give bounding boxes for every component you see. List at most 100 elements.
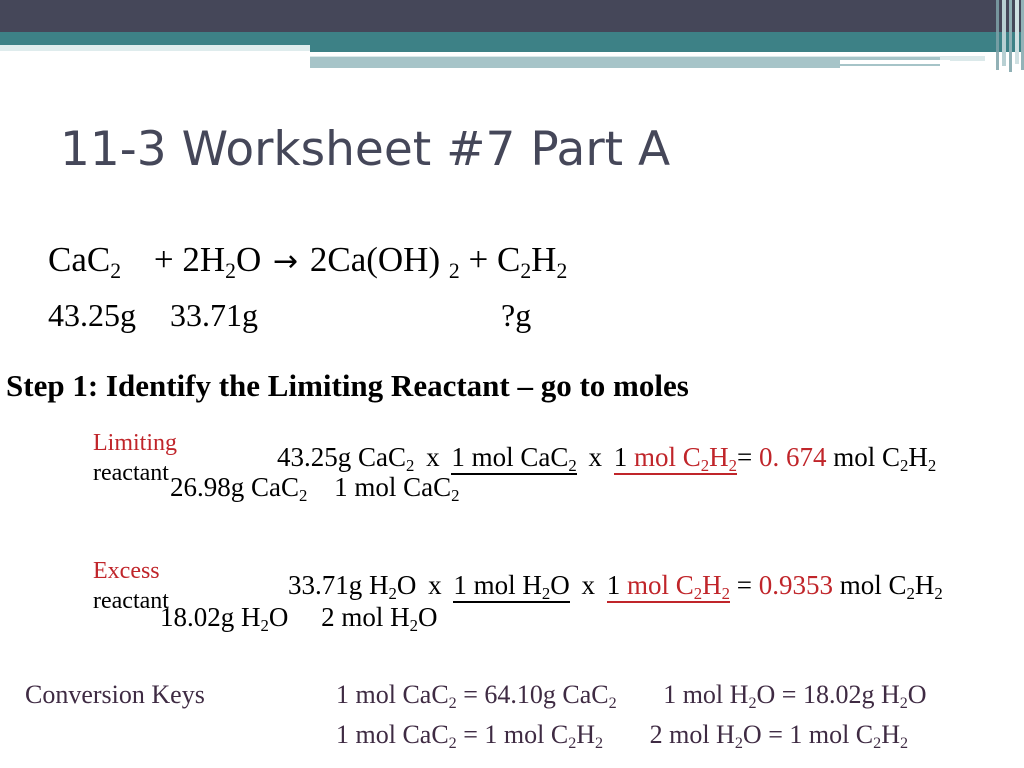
excess-f2-num-sub-b: 2 bbox=[721, 584, 731, 604]
excess-f2-num-one: 1 bbox=[606, 570, 621, 600]
limiting-fraction-2-denominator: 1 mol CaC2 bbox=[334, 472, 460, 506]
ck2-left-a: 1 mol CaC bbox=[336, 720, 449, 749]
limiting-f1-den-subscript: 2 bbox=[299, 486, 308, 506]
equation-reactant-1: CaC bbox=[48, 240, 111, 279]
excess-fraction-2-numerator: 1 mol C2H2 bbox=[606, 570, 731, 604]
equation-product-2-a: C bbox=[496, 240, 521, 279]
decorative-header-band bbox=[0, 0, 1024, 80]
ck1-right-b-post: O bbox=[907, 680, 927, 709]
limiting-f2-den-text: 1 mol CaC bbox=[334, 472, 452, 502]
excess-multiply-1: x bbox=[428, 570, 442, 600]
ck2-right-equals: = bbox=[768, 720, 783, 749]
limiting-equals: = bbox=[737, 442, 753, 472]
limiting-result-unit-text: mol C bbox=[833, 442, 901, 472]
limiting-reactant-label: Limiting reactant bbox=[93, 428, 177, 488]
conversion-key-row-2: 1 mol CaC2 = 1 mol C2H2 2 mol H2O = 1 mo… bbox=[336, 720, 909, 752]
ck2-left-equals: = bbox=[463, 720, 478, 749]
ck2-right-b: 1 mol C bbox=[789, 720, 874, 749]
excess-f1-den-text: 18.02g H bbox=[160, 602, 261, 632]
excess-calculation: 33.71g H2O x 1 mol H2O x 1 mol C2H2 = 0.… bbox=[288, 570, 943, 604]
ck2-left-b-mid: H bbox=[576, 720, 596, 749]
limiting-f2-num-mid: H bbox=[709, 442, 729, 472]
header-stripe-1 bbox=[996, 0, 999, 70]
limiting-fraction-2-numerator: 1 mol C2H2 bbox=[613, 442, 738, 476]
excess-result-unit: mol C2H2 bbox=[839, 570, 943, 603]
excess-denominators: 18.02g H2O 2 mol H2O bbox=[160, 602, 438, 636]
mass-reactant-2: 33.71g bbox=[170, 297, 258, 333]
excess-given-post: O bbox=[396, 570, 417, 600]
limiting-multiply-2: x bbox=[588, 442, 603, 472]
limiting-fraction-1-denominator: 26.98g CaC2 bbox=[170, 472, 308, 506]
excess-label-red: Excess bbox=[93, 558, 160, 584]
ck2-left-b: 1 mol C bbox=[484, 720, 569, 749]
ck1-left-a: 1 mol CaC bbox=[336, 680, 449, 709]
limiting-denominators: 26.98g CaC2 1 mol CaC2 bbox=[170, 472, 460, 506]
excess-multiply-2: x bbox=[581, 570, 596, 600]
limiting-f2-den-subscript: 2 bbox=[451, 486, 460, 506]
ck2-left-b-sub: 2 bbox=[568, 734, 577, 752]
excess-f1-num-text: 1 mol H bbox=[453, 570, 542, 600]
ck1-right-a-sub: 2 bbox=[748, 694, 757, 712]
limiting-f1-num-text: 1 mol CaC bbox=[451, 442, 569, 472]
equation-product-1-coefficient: 2 bbox=[309, 240, 328, 279]
ck1-left-equals: = bbox=[463, 680, 478, 709]
equation-product-1-subscript: 2 bbox=[448, 258, 460, 283]
ck1-right-b-sub: 2 bbox=[899, 694, 908, 712]
equation-product-2-subscript-a: 2 bbox=[520, 258, 532, 283]
ck1-right-equals: = bbox=[781, 680, 797, 709]
mass-product-unknown: ?g bbox=[501, 297, 532, 333]
header-bar-pale-left bbox=[0, 45, 310, 51]
conversion-key-2-left: 1 mol CaC2 = 1 mol C2H2 bbox=[336, 720, 604, 752]
excess-fraction-1-numerator: 1 mol H2O bbox=[453, 570, 570, 604]
equation-reactant-1-subscript: 2 bbox=[110, 258, 122, 283]
conversion-key-row-1: 1 mol CaC2 = 64.10g CaC2 1 mol H2O = 18.… bbox=[336, 680, 927, 712]
excess-fraction-1-denominator: 18.02g H2O bbox=[160, 602, 289, 635]
mass-values-line: 43.25g 33.71g ?g bbox=[48, 297, 531, 334]
excess-f2-num-text: mol C bbox=[627, 570, 694, 600]
ck1-right-b: 18.02g H bbox=[802, 680, 900, 709]
ck2-right-b-sub-2: 2 bbox=[900, 734, 909, 752]
excess-f2-den-text: 2 mol H bbox=[321, 602, 410, 632]
excess-f1-num-subscript: 2 bbox=[541, 584, 551, 604]
excess-f1-den-post: O bbox=[268, 602, 289, 632]
equation-plus-2: + bbox=[468, 240, 489, 279]
limiting-f2-num-text: mol C bbox=[634, 442, 701, 472]
chemical-equation: CaC2 + 2H2O → 2Ca(OH) 2 + C2H2 bbox=[48, 240, 567, 283]
ck2-right-b-sub: 2 bbox=[873, 734, 882, 752]
limiting-result-value: 0. 674 bbox=[759, 442, 827, 472]
header-stripe-2 bbox=[1002, 0, 1006, 66]
excess-f2-num-mid: H bbox=[702, 570, 722, 600]
limiting-result-unit-sub-b: 2 bbox=[927, 456, 937, 476]
excess-result-unit-mid: H bbox=[914, 570, 935, 600]
excess-result-value: 0.9353 bbox=[758, 570, 834, 600]
ck1-left-b: 64.10g CaC bbox=[484, 680, 609, 709]
ck2-left-b-sub-2: 2 bbox=[595, 734, 604, 752]
header-stripe-3 bbox=[1009, 0, 1012, 72]
excess-f2-num-sub-a: 2 bbox=[693, 584, 703, 604]
excess-result-unit-text: mol C bbox=[839, 570, 907, 600]
excess-f1-num-post: O bbox=[550, 570, 570, 600]
excess-reactant-label: Excess reactant bbox=[93, 556, 169, 616]
equation-product-2-b: H bbox=[531, 240, 557, 279]
excess-fraction-2-denominator: 2 mol H2O bbox=[321, 602, 438, 636]
equation-reactant-2-b: O bbox=[235, 240, 262, 279]
conversion-key-2-right: 2 mol H2O = 1 mol C2H2 bbox=[649, 720, 909, 752]
equation-plus-1: + bbox=[153, 240, 174, 279]
limiting-label-red: Limiting bbox=[93, 430, 177, 456]
equation-reactant-2-a: H bbox=[199, 240, 226, 279]
excess-f2-den-subscript: 2 bbox=[409, 616, 419, 636]
ck2-right-a: 2 mol H bbox=[649, 720, 735, 749]
conversion-keys-title: Conversion Keys bbox=[25, 680, 205, 709]
equation-reactant-2-coefficient: 2 bbox=[182, 240, 200, 279]
ck1-left-a-sub: 2 bbox=[448, 694, 457, 712]
ck2-right-a-post: O bbox=[742, 720, 762, 749]
header-stripe-dark bbox=[988, 0, 990, 32]
limiting-f2-num-sub-a: 2 bbox=[700, 456, 710, 476]
limiting-result-unit: mol C2H2 bbox=[833, 442, 937, 476]
limiting-multiply-1: x bbox=[426, 442, 440, 472]
limiting-label-black: reactant bbox=[93, 460, 169, 486]
excess-f2-den-post: O bbox=[418, 602, 438, 632]
excess-equals: = bbox=[736, 570, 753, 600]
reaction-arrow-icon: → bbox=[272, 244, 299, 279]
ck1-left-b-sub: 2 bbox=[608, 694, 617, 712]
